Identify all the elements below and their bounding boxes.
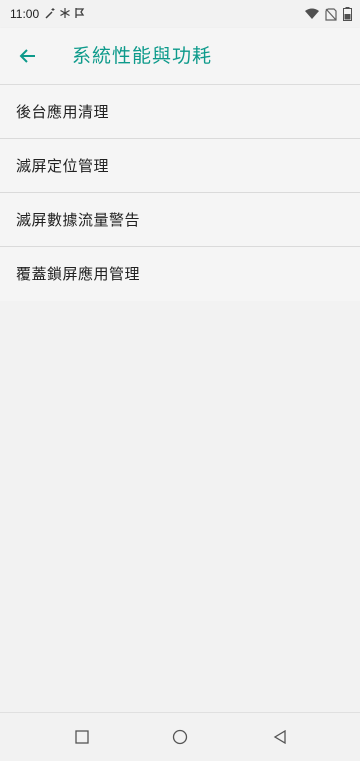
recent-apps-icon	[75, 730, 89, 744]
battery-icon	[343, 7, 352, 21]
list-item-label: 後台應用清理	[16, 103, 110, 121]
list-item-screen-off-location[interactable]: 滅屏定位管理	[0, 139, 360, 193]
recent-apps-button[interactable]	[70, 725, 94, 749]
snowflake-icon	[60, 8, 70, 18]
no-sim-icon	[325, 7, 337, 21]
status-bar: 11:00	[0, 0, 360, 28]
list-item-background-app-cleanup[interactable]: 後台應用清理	[0, 85, 360, 139]
home-icon	[172, 729, 188, 745]
list-item-lockscreen-overlay-apps[interactable]: 覆蓋鎖屏應用管理	[0, 247, 360, 301]
arrow-left-icon	[19, 49, 35, 63]
list-item-label: 覆蓋鎖屏應用管理	[16, 265, 141, 283]
list-item-label: 滅屏數據流量警告	[16, 211, 141, 229]
back-button[interactable]	[14, 42, 42, 70]
list-item-label: 滅屏定位管理	[16, 157, 110, 175]
app-bar: 系統性能與功耗	[0, 28, 360, 85]
flag-icon	[75, 8, 85, 18]
back-triangle-icon	[273, 730, 286, 744]
status-icons-left	[44, 7, 86, 19]
settings-list: 後台應用清理 滅屏定位管理 滅屏數據流量警告 覆蓋鎖屏應用管理	[0, 85, 360, 301]
page-title: 系統性能與功耗	[72, 45, 213, 67]
nav-back-button[interactable]	[268, 725, 292, 749]
status-time: 11:00	[10, 7, 40, 21]
status-icons-right	[305, 7, 352, 21]
list-item-screen-off-data-warning[interactable]: 滅屏數據流量警告	[0, 193, 360, 247]
navigation-bar	[0, 712, 360, 761]
wand-icon	[45, 8, 55, 19]
wifi-icon	[305, 8, 319, 19]
home-button[interactable]	[168, 725, 192, 749]
